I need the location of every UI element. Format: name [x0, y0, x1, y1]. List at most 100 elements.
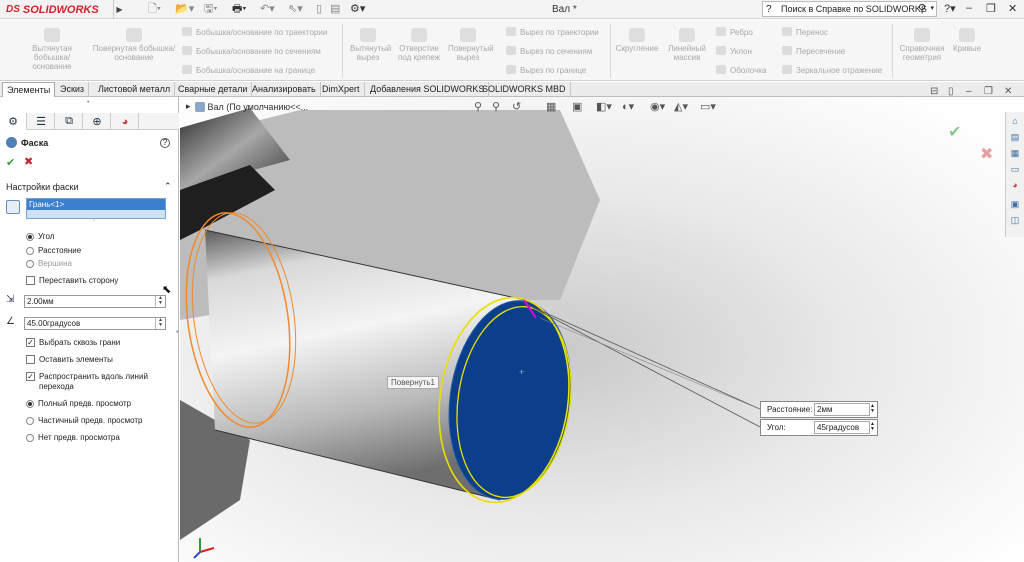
mirror-button[interactable]: Зеркальное отражение — [782, 65, 882, 76]
spin-arrows-icon[interactable]: ▲ ▼ — [155, 318, 165, 329]
spin-arrows-icon[interactable]: ▲ ▼ — [155, 296, 165, 307]
panel-resize-dot[interactable]: • — [87, 99, 89, 106]
swept-cut-button[interactable]: Вырез по траектории — [506, 27, 599, 38]
checkbox[interactable]: ✓ — [26, 338, 35, 347]
reference-geometry-button[interactable]: Справочная геометрия — [896, 28, 948, 62]
select-through-faces-checkbox[interactable]: ✓ Выбрать сквозь грани — [26, 338, 120, 348]
tab-sheet-metal[interactable]: Листовой металл — [94, 82, 176, 97]
radio-full-preview[interactable]: Полный предв. просмотр — [26, 399, 131, 409]
shell-button[interactable]: Оболочка — [716, 65, 766, 76]
forum-icon[interactable]: ◫ — [1008, 214, 1022, 227]
lofted-boss-button[interactable]: Бобышка/основание по сечениям — [182, 46, 321, 57]
radio-button[interactable] — [26, 400, 34, 408]
help-icon[interactable]: ? — [160, 138, 170, 148]
swept-boss-button[interactable]: Бобышка/основание по траектории — [182, 27, 327, 38]
rebuild-icon[interactable]: ▯ — [316, 3, 322, 16]
selection-list[interactable]: Грань<1> — [26, 198, 166, 219]
menu-expand-icon[interactable]: ▶ — [113, 0, 125, 19]
confirm-ok-icon[interactable]: ✔ — [948, 122, 961, 142]
hide-show-items-icon[interactable]: ◉▾ — [650, 100, 665, 113]
options-gear-icon[interactable]: ⚙▾ — [350, 3, 365, 16]
curves-button[interactable]: Кривые — [950, 28, 984, 53]
view-settings-icon[interactable]: ▭▾ — [700, 100, 716, 113]
viewport-minimize-icon[interactable]: ▯ — [948, 86, 954, 97]
resources-icon[interactable]: ▤ — [1008, 131, 1022, 144]
chevron-up-icon[interactable]: ⌃ — [164, 181, 172, 192]
lofted-cut-button[interactable]: Вырез по сечениям — [506, 46, 592, 57]
zoom-to-area-icon[interactable]: ⚲ — [492, 100, 500, 113]
dimxpert-manager-tab-icon[interactable]: ⊕ — [84, 113, 111, 130]
rib-button[interactable]: Ребро — [716, 27, 753, 38]
tab-features[interactable]: Элементы — [2, 82, 56, 97]
checkbox[interactable] — [26, 276, 35, 285]
graphics-area[interactable]: + — [180, 97, 1024, 562]
previous-view-icon[interactable]: ↺ — [512, 100, 521, 113]
distance-input[interactable]: 2.00мм ▲ ▼ — [24, 295, 166, 308]
radio-button[interactable] — [26, 434, 34, 442]
tab-evaluate[interactable]: Анализировать — [248, 82, 321, 97]
edit-appearance-icon[interactable]: ◭▾ — [674, 100, 688, 113]
spin-arrows-icon[interactable]: ▲ ▼ — [870, 404, 875, 414]
angle-input[interactable]: 45.00градусов ▲ ▼ — [24, 317, 166, 330]
undo-icon[interactable]: ↶▾ — [260, 3, 275, 16]
extruded-boss-button[interactable]: Вытянутая бобышка/основание — [22, 28, 82, 71]
selection-item[interactable]: Грань<1> — [27, 199, 165, 210]
display-style-icon[interactable]: ◐▾ — [622, 100, 634, 113]
property-manager-tab-icon[interactable]: ☰ — [28, 113, 55, 130]
dynamic-annotation-icon[interactable]: ▣ — [572, 100, 582, 113]
tab-weldments[interactable]: Сварные детали — [174, 82, 253, 97]
tab-solidworks-addins[interactable]: Добавления SOLIDWORKS — [366, 82, 490, 97]
callout-distance-value[interactable]: 2мм — [814, 403, 870, 416]
select-icon[interactable]: ⇖▾ — [288, 3, 303, 16]
angle-callout[interactable]: Угол: 45градусов ▲ ▼ — [760, 419, 878, 436]
open-icon[interactable]: 📂▾ — [175, 3, 194, 16]
boundary-boss-button[interactable]: Бобышка/основание на границе — [182, 65, 315, 76]
radio-button[interactable] — [26, 417, 34, 425]
boundary-cut-button[interactable]: Вырез по границе — [506, 65, 586, 76]
tab-solidworks-mbd[interactable]: SOLIDWORKS MBD — [478, 82, 571, 97]
custom-properties-icon[interactable]: ▣ — [1008, 198, 1022, 211]
close-button[interactable]: ✕ — [1008, 2, 1017, 15]
distance-callout[interactable]: Расстояние: 2мм ▲ ▼ — [760, 401, 878, 418]
search-icon[interactable]: ⚲ — [918, 2, 926, 16]
fillet-button[interactable]: Скругление — [614, 28, 660, 53]
tab-sketch[interactable]: Эскиз — [56, 82, 90, 97]
panel-splitter-handle[interactable]: • — [176, 329, 178, 336]
radio-distance-distance[interactable]: Расстояние — [26, 246, 81, 256]
file-properties-icon[interactable]: ▤ — [330, 3, 340, 16]
tab-dimxpert[interactable]: DimXpert — [318, 82, 365, 97]
feature-tree-flyout[interactable]: ▸ Вал (По умолчанию<<... — [186, 101, 308, 112]
design-library-icon[interactable]: ▦ — [1008, 147, 1022, 160]
appearances-icon[interactable]: ◕ — [1008, 179, 1022, 192]
list-resize-dot[interactable]: ◦ — [93, 218, 95, 224]
viewport-restore-button[interactable]: ❐ — [984, 86, 993, 97]
radio-no-preview[interactable]: Нет предв. просмотра — [26, 433, 120, 443]
print-icon[interactable]: 🖶▾ — [232, 3, 246, 16]
section-view-icon[interactable]: ▦ — [546, 100, 556, 113]
search-input[interactable]: ? Поиск в Справке по SOLIDWORKS ⚲ ▾ — [762, 1, 937, 17]
restore-button[interactable]: ❐ — [986, 2, 996, 15]
radio-partial-preview[interactable]: Частичный предв. просмотр — [26, 416, 142, 426]
draft-button[interactable]: Уклон — [716, 46, 752, 57]
spin-arrows-icon[interactable]: ▲ ▼ — [870, 422, 875, 432]
radio-angle-distance[interactable]: Угол — [26, 232, 54, 242]
intersect-button[interactable]: Пересечение — [782, 46, 845, 57]
home-icon[interactable]: ⌂ — [1008, 115, 1022, 128]
callout-angle-value[interactable]: 45градусов — [814, 421, 870, 434]
radio-button[interactable] — [26, 247, 34, 255]
radio-button[interactable] — [26, 233, 34, 241]
display-manager-tab-icon[interactable]: ◕ — [112, 113, 139, 130]
viewport-split-icon[interactable]: ⊟ — [930, 86, 938, 97]
hole-wizard-button[interactable]: Отверстие под крепеж — [392, 28, 446, 62]
viewport-minimize-button[interactable]: – — [966, 86, 972, 97]
checkbox[interactable] — [26, 355, 35, 364]
checkbox[interactable]: ✓ — [26, 372, 35, 381]
viewport-close-button[interactable]: ✕ — [1004, 86, 1012, 97]
view-orientation-icon[interactable]: ◧▾ — [596, 100, 612, 113]
configuration-manager-tab-icon[interactable]: ⧉ — [56, 113, 83, 130]
ok-icon[interactable]: ✔ — [6, 156, 15, 169]
flip-direction-checkbox[interactable]: Переставить сторону — [26, 276, 118, 286]
revolved-boss-button[interactable]: Повернутая бобышка/основание — [92, 28, 176, 62]
tangent-propagation-checkbox[interactable]: ✓ Распространить вдоль линий перехода — [26, 372, 156, 392]
confirm-cancel-icon[interactable]: ✖ — [980, 144, 993, 164]
